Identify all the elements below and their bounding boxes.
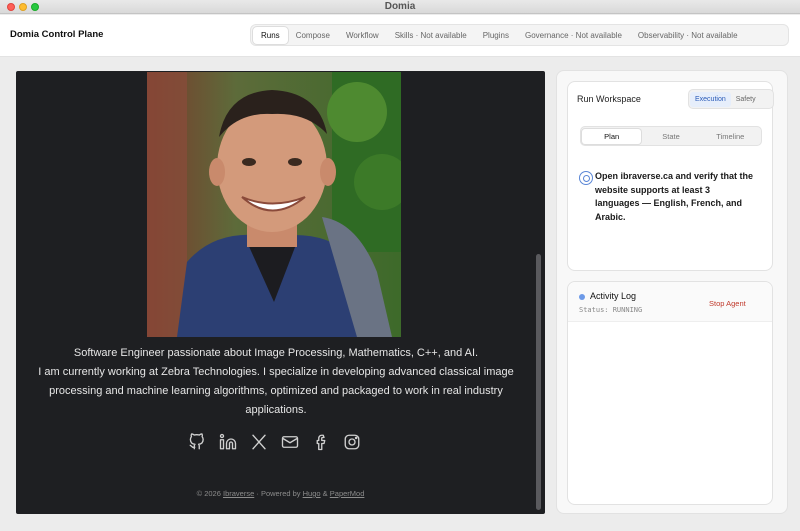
footer-copyright: © 2026: [196, 489, 221, 498]
social-links: [188, 433, 361, 451]
activity-log-title: Activity Log: [590, 291, 637, 301]
mail-icon[interactable]: [281, 433, 299, 451]
footer-site-link[interactable]: Ibraverse: [223, 489, 254, 498]
side-panel: Run Workspace Execution Safety Plan Stat…: [556, 70, 788, 514]
footer-hugo-link[interactable]: Hugo: [303, 489, 321, 498]
tab-timeline[interactable]: Timeline: [701, 129, 760, 144]
x-icon[interactable]: [250, 433, 268, 451]
run-workspace-title: Run Workspace: [577, 94, 641, 104]
app-header: Domia Control Plane Runs Compose Workflo…: [0, 15, 800, 57]
task-description: Open ibraverse.ca and verify that the we…: [595, 171, 754, 222]
window-title: Domia: [384, 1, 416, 12]
workspace-mode-toggle: Execution Safety: [688, 89, 774, 109]
stop-agent-button[interactable]: Stop Agent: [709, 299, 746, 308]
main-nav: Runs Compose Workflow Skills · Not avail…: [250, 24, 789, 46]
tab-plan[interactable]: Plan: [582, 128, 642, 144]
tab-plugins[interactable]: Plugins: [475, 27, 517, 44]
run-workspace-card: Run Workspace Execution Safety Plan Stat…: [567, 81, 774, 271]
tab-compose[interactable]: Compose: [288, 27, 338, 44]
tab-skills[interactable]: Skills · Not available: [387, 27, 475, 44]
footer-papermod-link[interactable]: PaperMod: [330, 489, 365, 498]
task-progress-icon: [579, 171, 593, 185]
bio-line-1: Software Engineer passionate about Image…: [73, 347, 479, 359]
footer-ampersand: &: [322, 489, 328, 498]
activity-log-header: Activity Log Status: RUNNING Stop Agent: [568, 282, 772, 322]
browser-viewport[interactable]: Software Engineer passionate about Image…: [16, 71, 545, 514]
tab-workflow[interactable]: Workflow: [338, 27, 387, 44]
tab-runs[interactable]: Runs: [253, 26, 288, 44]
linkedin-icon[interactable]: [219, 433, 237, 451]
bio-line-2: I am currently working at Zebra Technolo…: [38, 366, 514, 416]
app-brand: Domia Control Plane: [10, 29, 104, 40]
tab-state[interactable]: State: [641, 129, 700, 144]
github-icon[interactable]: [188, 433, 206, 451]
facebook-icon[interactable]: [312, 433, 330, 451]
safety-toggle[interactable]: Safety: [731, 92, 761, 107]
profile-bio: Software Engineer passionate about Image…: [26, 344, 526, 420]
instagram-icon[interactable]: [343, 433, 361, 451]
browser-scrollbar[interactable]: [536, 254, 541, 510]
window-titlebar: Domia: [0, 0, 800, 14]
tab-governance[interactable]: Governance · Not available: [517, 27, 630, 44]
agent-status: Status: RUNNING: [579, 306, 643, 314]
status-dot-icon: [579, 294, 585, 300]
site-footer: © 2026 Ibraverse · Powered by Hugo & Pap…: [16, 489, 545, 498]
workspace-tabs: Plan State Timeline: [580, 126, 762, 146]
execution-toggle[interactable]: Execution: [690, 91, 731, 107]
activity-log-card: Activity Log Status: RUNNING Stop Agent: [567, 281, 773, 505]
footer-powered-by: · Powered by: [256, 489, 301, 498]
tab-observability[interactable]: Observability · Not available: [630, 27, 746, 44]
profile-photo: [147, 72, 401, 337]
